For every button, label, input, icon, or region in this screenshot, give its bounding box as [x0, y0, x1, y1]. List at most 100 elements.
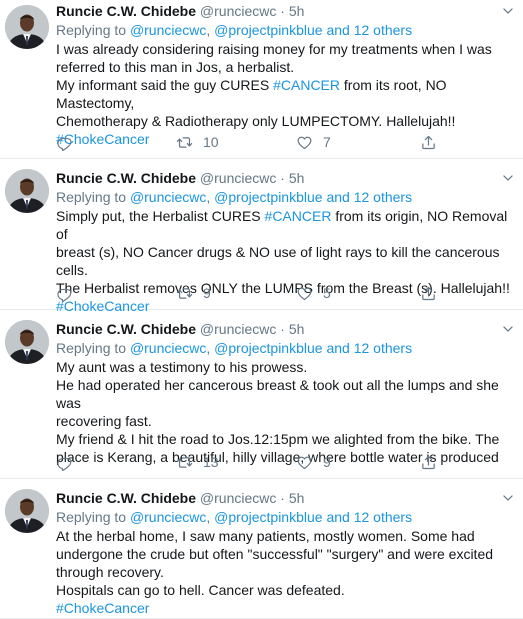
text-segment: He had operated her cancerous breast & t… — [56, 377, 499, 411]
hashtag-link[interactable]: #CANCER — [265, 208, 332, 224]
retweet-icon — [176, 134, 193, 151]
tweet-text-line: breast (s), NO Cancer drugs & NO use of … — [56, 243, 518, 279]
share-icon — [420, 454, 437, 471]
timestamp[interactable]: 5h — [289, 3, 305, 19]
tweet-text: My aunt was a testimony to his prowess. H… — [56, 358, 518, 466]
mention-link[interactable]: @runciecwc — [130, 22, 206, 38]
tweet-header: Runcie C.W. Chidebe @runciecwc · 5h — [56, 320, 304, 338]
tweet-text-line: He had operated her cancerous breast & t… — [56, 376, 518, 412]
like-button[interactable]: 7 — [296, 132, 331, 152]
share-button[interactable] — [420, 132, 437, 152]
replying-to-label: Replying to — [56, 509, 127, 525]
retweet-icon — [176, 454, 193, 471]
tweet-text-line: #ChokeCancer — [56, 599, 518, 617]
mention-link[interactable]: @projectpinkblue — [214, 340, 322, 356]
timestamp[interactable]: 5h — [289, 170, 305, 186]
tweet[interactable]: Runcie C.W. Chidebe @runciecwc · 5h Reply… — [0, 0, 523, 159]
retweet-button[interactable]: 13 — [176, 452, 219, 472]
tweet-text-line: My friend & I hit the road to Jos.12:15p… — [56, 430, 518, 448]
replying-to-label: Replying to — [56, 22, 127, 38]
text-segment: Hospitals can go to hell. Cancer was def… — [56, 582, 345, 598]
retweet-button[interactable]: 10 — [176, 132, 219, 152]
tweet-text-line: referred to this man in Jos, a herbalist… — [56, 58, 518, 76]
tweet-text-line: recovering fast. — [56, 412, 518, 430]
tweet-text-line: At the herbal home, I saw many patients,… — [56, 527, 518, 545]
share-button[interactable] — [420, 452, 437, 472]
separator-dot: · — [280, 170, 285, 186]
timestamp[interactable]: 5h — [289, 490, 305, 506]
share-button[interactable] — [420, 283, 437, 303]
mention-link[interactable]: @runciecwc — [130, 509, 206, 525]
text-segment: My friend & I hit the road to Jos.12:15p… — [56, 431, 500, 447]
avatar[interactable] — [5, 169, 49, 213]
like-icon — [296, 285, 313, 302]
like-count: 5 — [323, 285, 331, 301]
author-handle[interactable]: @runciecwc — [200, 321, 276, 337]
replying-to: Replying to @runciecwc, @projectpinkblue… — [56, 21, 412, 39]
like-button[interactable]: 9 — [296, 452, 331, 472]
author-name[interactable]: Runcie C.W. Chidebe — [56, 3, 196, 19]
tweet-text-line: I was already considering raising money … — [56, 40, 518, 58]
others-link[interactable]: and 12 others — [326, 509, 412, 525]
chevron-down-icon[interactable] — [501, 491, 515, 505]
author-name[interactable]: Runcie C.W. Chidebe — [56, 490, 196, 506]
separator-dot: · — [280, 3, 285, 19]
reply-icon — [56, 134, 73, 151]
others-link[interactable]: and 12 others — [326, 340, 412, 356]
timestamp[interactable]: 5h — [289, 321, 305, 337]
mention-link[interactable]: @runciecwc — [130, 189, 206, 205]
tweet-text-line: My informant said the guy CURES #CANCER … — [56, 76, 518, 112]
tweet-text-line: Chemotherapy & Radiotherapy only LUMPECT… — [56, 112, 518, 130]
retweet-button[interactable]: 9 — [176, 283, 211, 303]
avatar[interactable] — [5, 489, 49, 533]
text-segment: recovering fast. — [56, 413, 152, 429]
author-name[interactable]: Runcie C.W. Chidebe — [56, 170, 196, 186]
share-icon — [420, 134, 437, 151]
author-handle[interactable]: @runciecwc — [200, 490, 276, 506]
reply-button[interactable] — [56, 283, 73, 303]
chevron-down-icon[interactable] — [501, 322, 515, 336]
mention-link[interactable]: @projectpinkblue — [214, 189, 322, 205]
chevron-down-icon[interactable] — [501, 4, 515, 18]
text-segment: At the herbal home, I saw many patients,… — [56, 528, 475, 544]
tweet-text-line: undergone the crude but often "successfu… — [56, 545, 518, 563]
tweet[interactable]: Runcie C.W. Chidebe @runciecwc · 5h Reply… — [0, 310, 523, 479]
separator-dot: · — [280, 490, 285, 506]
author-handle[interactable]: @runciecwc — [200, 3, 276, 19]
like-button[interactable]: 5 — [296, 283, 331, 303]
tweet[interactable]: Runcie C.W. Chidebe @runciecwc · 5h Reply… — [0, 159, 523, 314]
others-link[interactable]: and 12 others — [326, 189, 412, 205]
hashtag-link[interactable]: #ChokeCancer — [56, 600, 149, 616]
retweet-icon — [176, 285, 193, 302]
tweet-header: Runcie C.W. Chidebe @runciecwc · 5h — [56, 489, 304, 507]
tweet-text-line: Simply put, the Herbalist CURES #CANCER … — [56, 207, 518, 243]
avatar[interactable] — [5, 5, 49, 49]
retweet-count: 9 — [203, 285, 211, 301]
mention-link[interactable]: @projectpinkblue — [214, 509, 322, 525]
tweet-actions: 13 9 — [56, 452, 476, 472]
author-name[interactable]: Runcie C.W. Chidebe — [56, 321, 196, 337]
mention-separator: , — [206, 509, 211, 525]
mention-link[interactable]: @projectpinkblue — [214, 22, 322, 38]
replying-to: Replying to @runciecwc, @projectpinkblue… — [56, 508, 412, 526]
retweet-count: 13 — [203, 454, 219, 470]
text-segment: My aunt was a testimony to his prowess. — [56, 359, 308, 375]
text-segment: through recovery. — [56, 564, 164, 580]
text-segment: My informant said the guy CURES — [56, 77, 274, 93]
tweet-actions: 10 7 — [56, 132, 476, 152]
avatar[interactable] — [5, 320, 49, 364]
like-count: 9 — [323, 454, 331, 470]
tweet-header: Runcie C.W. Chidebe @runciecwc · 5h — [56, 169, 304, 187]
replying-to: Replying to @runciecwc, @projectpinkblue… — [56, 339, 412, 357]
reply-button[interactable] — [56, 132, 73, 152]
tweet[interactable]: Runcie C.W. Chidebe @runciecwc · 5h Reply… — [0, 479, 523, 619]
author-handle[interactable]: @runciecwc — [200, 170, 276, 186]
chevron-down-icon[interactable] — [501, 171, 515, 185]
reply-button[interactable] — [56, 452, 73, 472]
mention-link[interactable]: @runciecwc — [130, 340, 206, 356]
others-link[interactable]: and 12 others — [326, 22, 412, 38]
hashtag-link[interactable]: #CANCER — [273, 77, 340, 93]
text-segment: Chemotherapy & Radiotherapy only LUMPECT… — [56, 113, 456, 129]
replying-to: Replying to @runciecwc, @projectpinkblue… — [56, 188, 412, 206]
like-icon — [296, 134, 313, 151]
